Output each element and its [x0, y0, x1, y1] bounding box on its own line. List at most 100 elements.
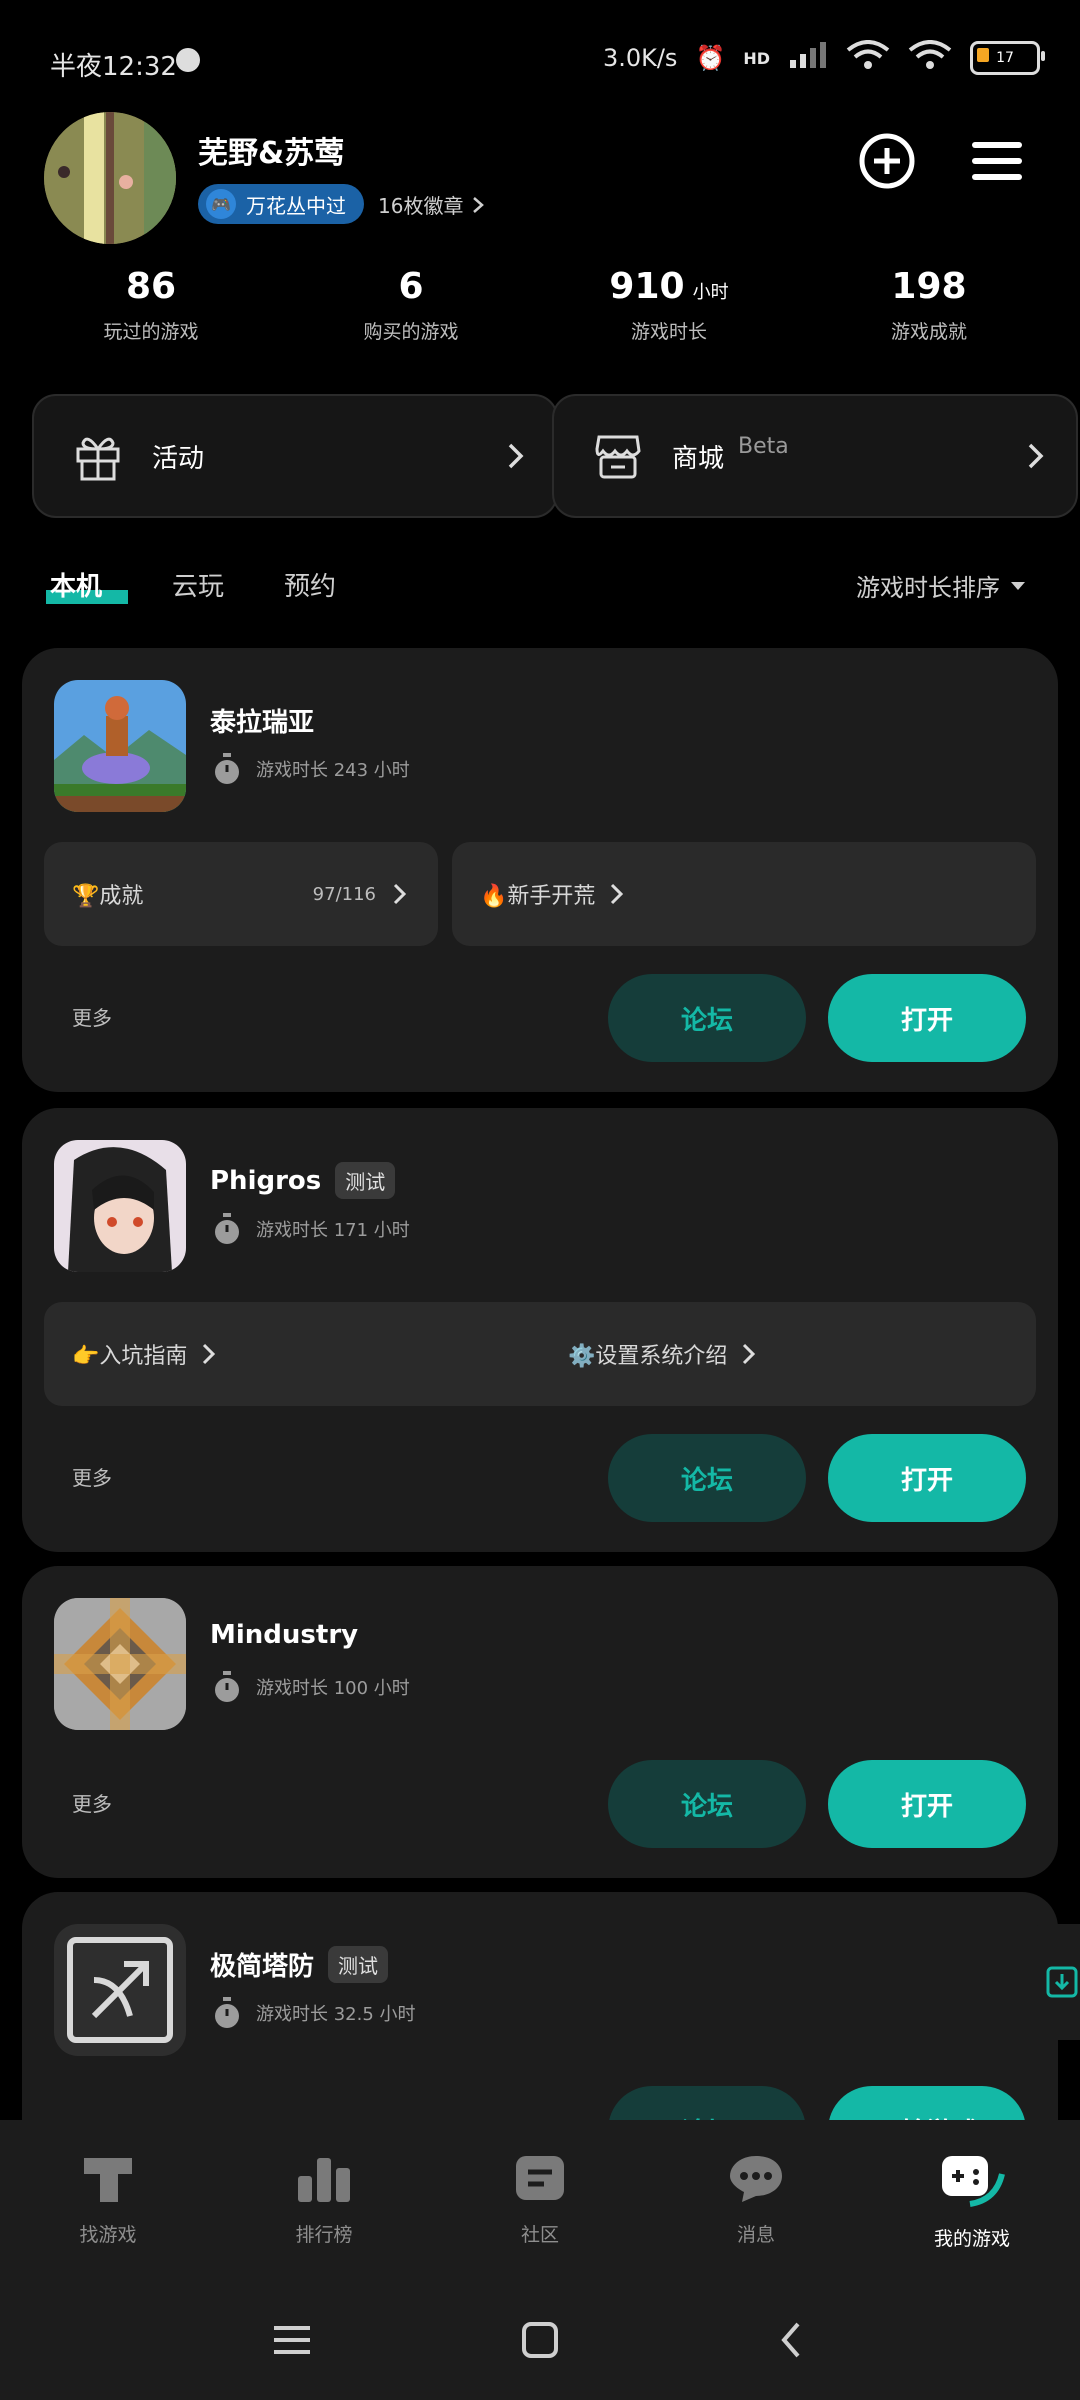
- open-button[interactable]: 打开: [828, 1760, 1026, 1848]
- nav-find-games[interactable]: 找游戏: [0, 2150, 216, 2247]
- game-icon-terraria[interactable]: [54, 680, 186, 812]
- forum-button[interactable]: 论坛: [608, 1434, 806, 1522]
- recent-apps-button[interactable]: [272, 2320, 312, 2364]
- open-button[interactable]: 打开: [828, 974, 1026, 1062]
- tab-cloud[interactable]: 云玩: [172, 566, 224, 603]
- nav-ranking[interactable]: 排行榜: [216, 2150, 432, 2247]
- status-time: 半夜12:32: [50, 52, 177, 82]
- game-title: 极简塔防 测试: [210, 1946, 389, 1983]
- download-float-button[interactable]: [1022, 1924, 1080, 2040]
- stat-value: 86: [125, 266, 177, 307]
- battery-level: 17: [996, 50, 1014, 66]
- chevron-right-icon: [743, 1343, 756, 1365]
- open-button[interactable]: 打开: [828, 1434, 1026, 1522]
- game-card[interactable]: Phigros 测试 游戏时长 171 小时 👉入坑指南 ⚙️设置系统介绍 更多…: [22, 1108, 1058, 1552]
- stat-value: 198: [891, 266, 967, 307]
- beta-tag: Beta: [738, 433, 789, 459]
- status-bar: 半夜12:32 3.0K/s ⏰ HD 17: [0, 0, 1080, 120]
- avatar[interactable]: [44, 112, 176, 244]
- beginner-guide-label: 🔥新手开荒: [480, 884, 596, 909]
- game-card[interactable]: Mindustry 游戏时长 100 小时 更多 论坛 打开: [22, 1566, 1058, 1878]
- nav-community[interactable]: 社区: [432, 2150, 648, 2247]
- sort-dropdown[interactable]: 游戏时长排序: [856, 568, 1026, 603]
- system-nav-bar: [0, 2280, 1080, 2400]
- stat-value: 6: [398, 266, 424, 307]
- forum-button[interactable]: 论坛: [608, 1760, 806, 1848]
- game-title: 泰拉瑞亚: [210, 708, 315, 738]
- game-icon-mindustry[interactable]: [54, 1598, 186, 1730]
- nav-label: 消息: [736, 2224, 775, 2246]
- store-label: 商城: [672, 443, 725, 474]
- stopwatch-icon: [215, 1213, 239, 1244]
- beginner-guide-entry[interactable]: 🔥新手开荒: [452, 842, 1036, 946]
- sort-label: 游戏时长排序: [856, 574, 1000, 602]
- stat-playtime[interactable]: 910 小时 游戏时长: [534, 266, 804, 344]
- home-square-icon: [522, 2322, 558, 2358]
- stat-value: 910 小时: [609, 266, 729, 307]
- wifi-icon-2: [908, 40, 952, 76]
- stat-purchased[interactable]: 6 购买的游戏: [276, 266, 546, 344]
- chevron-right-icon: [508, 443, 524, 469]
- gamepad-badge-icon: 🎮: [206, 189, 236, 219]
- stopwatch-icon: [215, 753, 239, 784]
- stopwatch-icon: [215, 1997, 239, 2028]
- nav-label: 找游戏: [79, 2224, 137, 2246]
- nav-label: 社区: [520, 2224, 559, 2246]
- back-button[interactable]: [772, 2320, 812, 2364]
- menu-button[interactable]: [968, 132, 1026, 190]
- gift-icon: [68, 426, 128, 486]
- wifi-icon: [846, 40, 890, 76]
- find-games-icon: [84, 2158, 132, 2202]
- game-title: Phigros 测试: [210, 1162, 396, 1199]
- achievements-count: 97/116: [312, 883, 376, 905]
- settings-status-icon: [176, 48, 200, 72]
- home-button[interactable]: [520, 2320, 560, 2364]
- stopwatch-icon: [215, 1671, 239, 1702]
- add-circle-icon: [859, 133, 915, 189]
- nav-my-games[interactable]: 我的游戏: [864, 2150, 1080, 2251]
- stat-achievements[interactable]: 198 游戏成就: [794, 266, 1064, 344]
- hd-label: HD: [743, 48, 770, 68]
- message-icon: [730, 2156, 782, 2202]
- chevron-right-icon: [393, 883, 407, 905]
- more-link[interactable]: 更多: [72, 1788, 112, 1817]
- activity-card[interactable]: 活动: [32, 394, 558, 518]
- download-icon: [1046, 1966, 1078, 1998]
- bottom-navigation: 找游戏 排行榜 社区 消息 我的游戏: [0, 2120, 1080, 2280]
- more-link[interactable]: 更多: [72, 1462, 112, 1491]
- game-playtime: 游戏时长 100 小时: [212, 1670, 410, 1704]
- battery-icon: 17: [970, 41, 1045, 75]
- game-title: Mindustry: [210, 1620, 359, 1650]
- caret-down-icon: [1011, 581, 1025, 590]
- chevron-right-icon: [473, 196, 485, 213]
- settings-guide-entry[interactable]: ⚙️设置系统介绍: [540, 1338, 757, 1370]
- medals-link[interactable]: 16枚徽章: [378, 190, 485, 219]
- tab-local[interactable]: 本机: [50, 566, 102, 603]
- game-icon-phigros[interactable]: [54, 1140, 186, 1272]
- stat-label: 玩过的游戏: [103, 321, 199, 343]
- beta-test-tag: 测试: [335, 1162, 396, 1199]
- store-icon: [588, 426, 648, 486]
- store-card[interactable]: 商城 Beta: [552, 394, 1078, 518]
- add-button[interactable]: [858, 132, 916, 190]
- more-link[interactable]: 更多: [72, 1002, 112, 1031]
- achievements-label: 🏆成就: [72, 884, 144, 909]
- menu-icon: [972, 142, 1022, 180]
- achievements-entry[interactable]: 🏆成就 97/116: [44, 842, 438, 946]
- chevron-right-icon: [611, 883, 624, 905]
- back-chevron-icon: [781, 2322, 800, 2358]
- tab-reserve[interactable]: 预约: [284, 566, 336, 603]
- nav-label: 我的游戏: [933, 2228, 1010, 2250]
- newbie-guide-entry[interactable]: 👉入坑指南: [44, 1338, 540, 1370]
- network-speed: 3.0K/s: [602, 44, 678, 72]
- chevron-right-icon: [1028, 443, 1044, 469]
- forum-button[interactable]: 论坛: [608, 974, 806, 1062]
- user-badge[interactable]: 🎮 万花丛中过: [198, 184, 364, 224]
- stat-label: 购买的游戏: [363, 321, 459, 343]
- nav-messages[interactable]: 消息: [648, 2150, 864, 2247]
- game-card[interactable]: 泰拉瑞亚 游戏时长 243 小时 🏆成就 97/116 🔥新手开荒 更多 论坛 …: [22, 648, 1058, 1092]
- game-playtime: 游戏时长 243 小时: [212, 752, 410, 786]
- status-icons: 3.0K/s ⏰ HD 17: [602, 40, 1045, 76]
- game-icon-minimal-td[interactable]: [54, 1924, 186, 2056]
- stat-played[interactable]: 86 玩过的游戏: [16, 266, 286, 344]
